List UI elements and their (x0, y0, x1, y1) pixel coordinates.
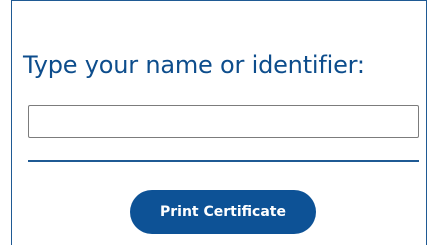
divider (28, 160, 419, 162)
print-certificate-button[interactable]: Print Certificate (130, 190, 316, 234)
name-input[interactable] (28, 105, 419, 138)
name-prompt-label: Type your name or identifier: (23, 51, 365, 79)
